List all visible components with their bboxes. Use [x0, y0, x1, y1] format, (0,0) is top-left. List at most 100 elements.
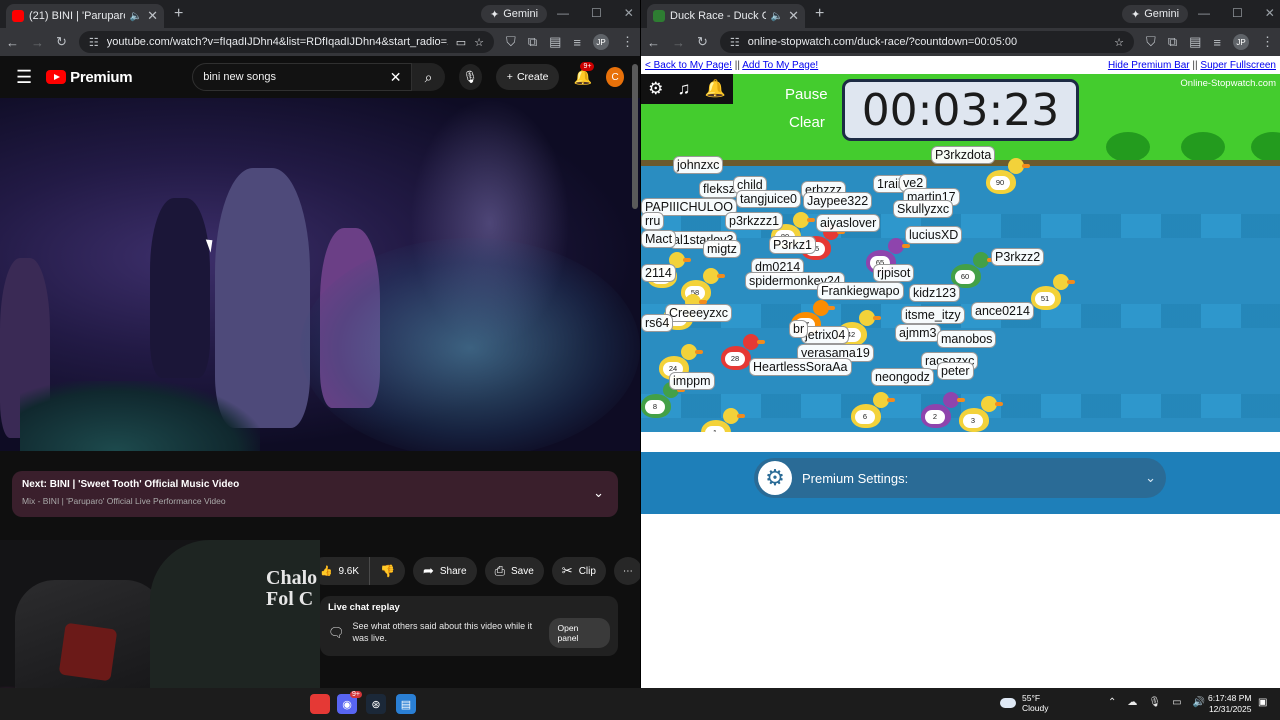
close-window-icon[interactable]: ✕: [1265, 6, 1275, 20]
menu-dots-icon[interactable]: ⋮: [1261, 34, 1274, 50]
network-icon[interactable]: ▭: [1172, 697, 1181, 708]
dislike-button[interactable]: 👎: [370, 557, 405, 585]
system-clock[interactable]: 6:17:48 PM 12/31/2025: [1208, 693, 1251, 714]
racer-name-tag: Mact: [641, 230, 677, 248]
sidepanel-icon[interactable]: ▤: [549, 34, 561, 50]
bookmark-star-icon[interactable]: ☆: [474, 36, 484, 49]
maximize-icon[interactable]: ☐: [1232, 6, 1243, 20]
video-actions: 👍 9.6K 👎 ➦ Share ⎙ Save ✂ Clip ⋯: [310, 557, 640, 585]
clip-button[interactable]: ✂ Clip: [551, 557, 606, 585]
minimize-icon[interactable]: —: [1198, 6, 1210, 20]
hamburger-menu-icon[interactable]: ☰: [16, 67, 32, 88]
notepad-icon[interactable]: ▤: [396, 694, 416, 714]
volume-icon[interactable]: 🔊: [1193, 697, 1205, 708]
close-tab-icon[interactable]: ✕: [147, 8, 158, 24]
add-to-my-page-link[interactable]: Add To My Page!: [742, 60, 818, 71]
scrollbar-thumb[interactable]: [632, 64, 638, 209]
create-button[interactable]: + Create: [495, 64, 560, 90]
open-panel-button[interactable]: Open panel: [548, 618, 610, 648]
weather-widget[interactable]: 55°F Cloudy: [1000, 693, 1048, 713]
discord-icon[interactable]: ◉ 9+: [337, 691, 362, 714]
gemini-button[interactable]: ✦ Gemini: [1122, 5, 1189, 23]
shield-icon[interactable]: ⛉: [506, 34, 516, 50]
forward-icon[interactable]: →: [31, 35, 44, 50]
scissors-icon: ✂: [561, 563, 573, 578]
back-icon[interactable]: ←: [6, 35, 19, 50]
racer-name-tag: ajmm3: [895, 324, 941, 342]
youtube-premium-logo[interactable]: Premium: [46, 69, 133, 86]
back-icon[interactable]: ←: [647, 35, 660, 50]
reload-icon[interactable]: ↻: [56, 34, 67, 50]
sparkle-icon: ✦: [490, 8, 500, 21]
speaker-icon[interactable]: 🔈: [771, 11, 783, 22]
shield-icon[interactable]: ⛉: [1146, 34, 1156, 50]
clear-button[interactable]: Clear: [789, 114, 825, 131]
notifications-button[interactable]: 🔔 9+: [573, 62, 595, 86]
puzzle-icon[interactable]: ⧉: [1168, 34, 1177, 50]
reload-icon[interactable]: ↻: [697, 34, 708, 50]
video-player[interactable]: [0, 98, 640, 451]
gemini-button[interactable]: ✦ Gemini: [481, 5, 548, 23]
save-button[interactable]: ⎙ Save: [484, 557, 544, 585]
new-tab-button[interactable]: +: [815, 5, 824, 23]
chevron-down-icon[interactable]: ⌄: [1145, 470, 1156, 486]
tray-chevron-up-icon[interactable]: ⌃: [1108, 697, 1116, 708]
duck-favicon-icon: [653, 10, 665, 22]
site-info-icon[interactable]: ☷: [730, 36, 740, 49]
minimize-icon[interactable]: —: [557, 6, 569, 20]
up-next-bar[interactable]: Next: BINI | 'Sweet Tooth' Official Musi…: [12, 471, 618, 517]
close-tab-icon[interactable]: ✕: [788, 8, 799, 24]
music-icon[interactable]: ♫: [678, 79, 691, 99]
url-field[interactable]: ☷ online-stopwatch.com/duck-race/?countd…: [719, 31, 1135, 53]
duck-number: 2: [925, 410, 945, 424]
settings-gear-icon[interactable]: ⚙: [648, 79, 663, 99]
sidepanel-icon[interactable]: ▤: [1189, 34, 1201, 50]
media-icon[interactable]: ≡: [1213, 35, 1221, 50]
address-bar: ← → ↻ ☷ youtube.com/watch?v=fIqadIJDhn4&…: [0, 28, 640, 56]
premium-settings-button[interactable]: ⚙ Premium Settings: ⌄: [754, 458, 1166, 498]
cast-icon[interactable]: ▭: [456, 36, 466, 49]
clear-search-icon[interactable]: ✕: [390, 69, 402, 86]
weather-condition: Cloudy: [1022, 703, 1049, 714]
pinned-app-icon[interactable]: [310, 694, 330, 714]
url-field[interactable]: ☷ youtube.com/watch?v=fIqadIJDhn4&list=R…: [78, 31, 495, 53]
maximize-icon[interactable]: ☐: [591, 6, 602, 20]
pause-button[interactable]: Pause: [785, 86, 828, 103]
bookmark-star-icon[interactable]: ☆: [1114, 36, 1124, 49]
share-button[interactable]: ➦ Share: [412, 557, 477, 585]
menu-dots-icon[interactable]: ⋮: [621, 34, 634, 50]
new-tab-button[interactable]: +: [174, 5, 183, 23]
tab-duck-race[interactable]: Duck Race - Duck Games 🔈 ✕: [647, 4, 805, 28]
hide-premium-bar-link[interactable]: Hide Premium Bar: [1108, 60, 1190, 71]
sound-icon[interactable]: 🔔: [705, 79, 726, 99]
racer-name-tag: Skullyzxc: [893, 200, 954, 218]
bell-icon: 🔔: [573, 69, 593, 86]
search-button[interactable]: ⌕: [412, 63, 445, 91]
speaker-icon[interactable]: 🔈: [130, 11, 142, 22]
profile-avatar[interactable]: JP: [593, 34, 609, 50]
chevron-down-icon[interactable]: ⌄: [593, 485, 604, 501]
onedrive-icon[interactable]: ☁: [1127, 697, 1137, 708]
tab-youtube[interactable]: (21) BINI | 'Paruparo' Official 🔈 ✕: [6, 4, 164, 28]
site-info-icon[interactable]: ☷: [89, 36, 99, 49]
mic-tray-icon[interactable]: 🎙: [1148, 697, 1161, 708]
premium-settings-label: Premium Settings:: [802, 470, 909, 486]
page-scrollbar[interactable]: [632, 60, 638, 680]
account-avatar[interactable]: C: [606, 67, 624, 87]
back-to-my-page-link[interactable]: < Back to My Page!: [645, 60, 732, 71]
super-fullscreen-link[interactable]: Super Fullscreen: [1200, 60, 1276, 71]
racer-name-tag: jetrix04: [801, 326, 850, 344]
notification-center-icon[interactable]: ▣: [1258, 697, 1267, 708]
close-window-icon[interactable]: ✕: [624, 6, 634, 20]
search-input[interactable]: bini new songs ✕: [192, 63, 413, 91]
profile-avatar[interactable]: JP: [1233, 34, 1249, 50]
racer-name-tag: kidz123: [909, 284, 961, 302]
racer-name-tag: P3rkzdota: [931, 146, 996, 164]
search-icon: ⌕: [424, 68, 433, 85]
media-icon[interactable]: ≡: [573, 35, 581, 50]
steam-icon[interactable]: ⊛: [366, 694, 386, 714]
forward-icon[interactable]: →: [672, 35, 685, 50]
racer-name-tag: itsme_itzy: [901, 306, 965, 324]
voice-search-button[interactable]: 🎙: [458, 64, 482, 90]
puzzle-icon[interactable]: ⧉: [528, 34, 537, 50]
